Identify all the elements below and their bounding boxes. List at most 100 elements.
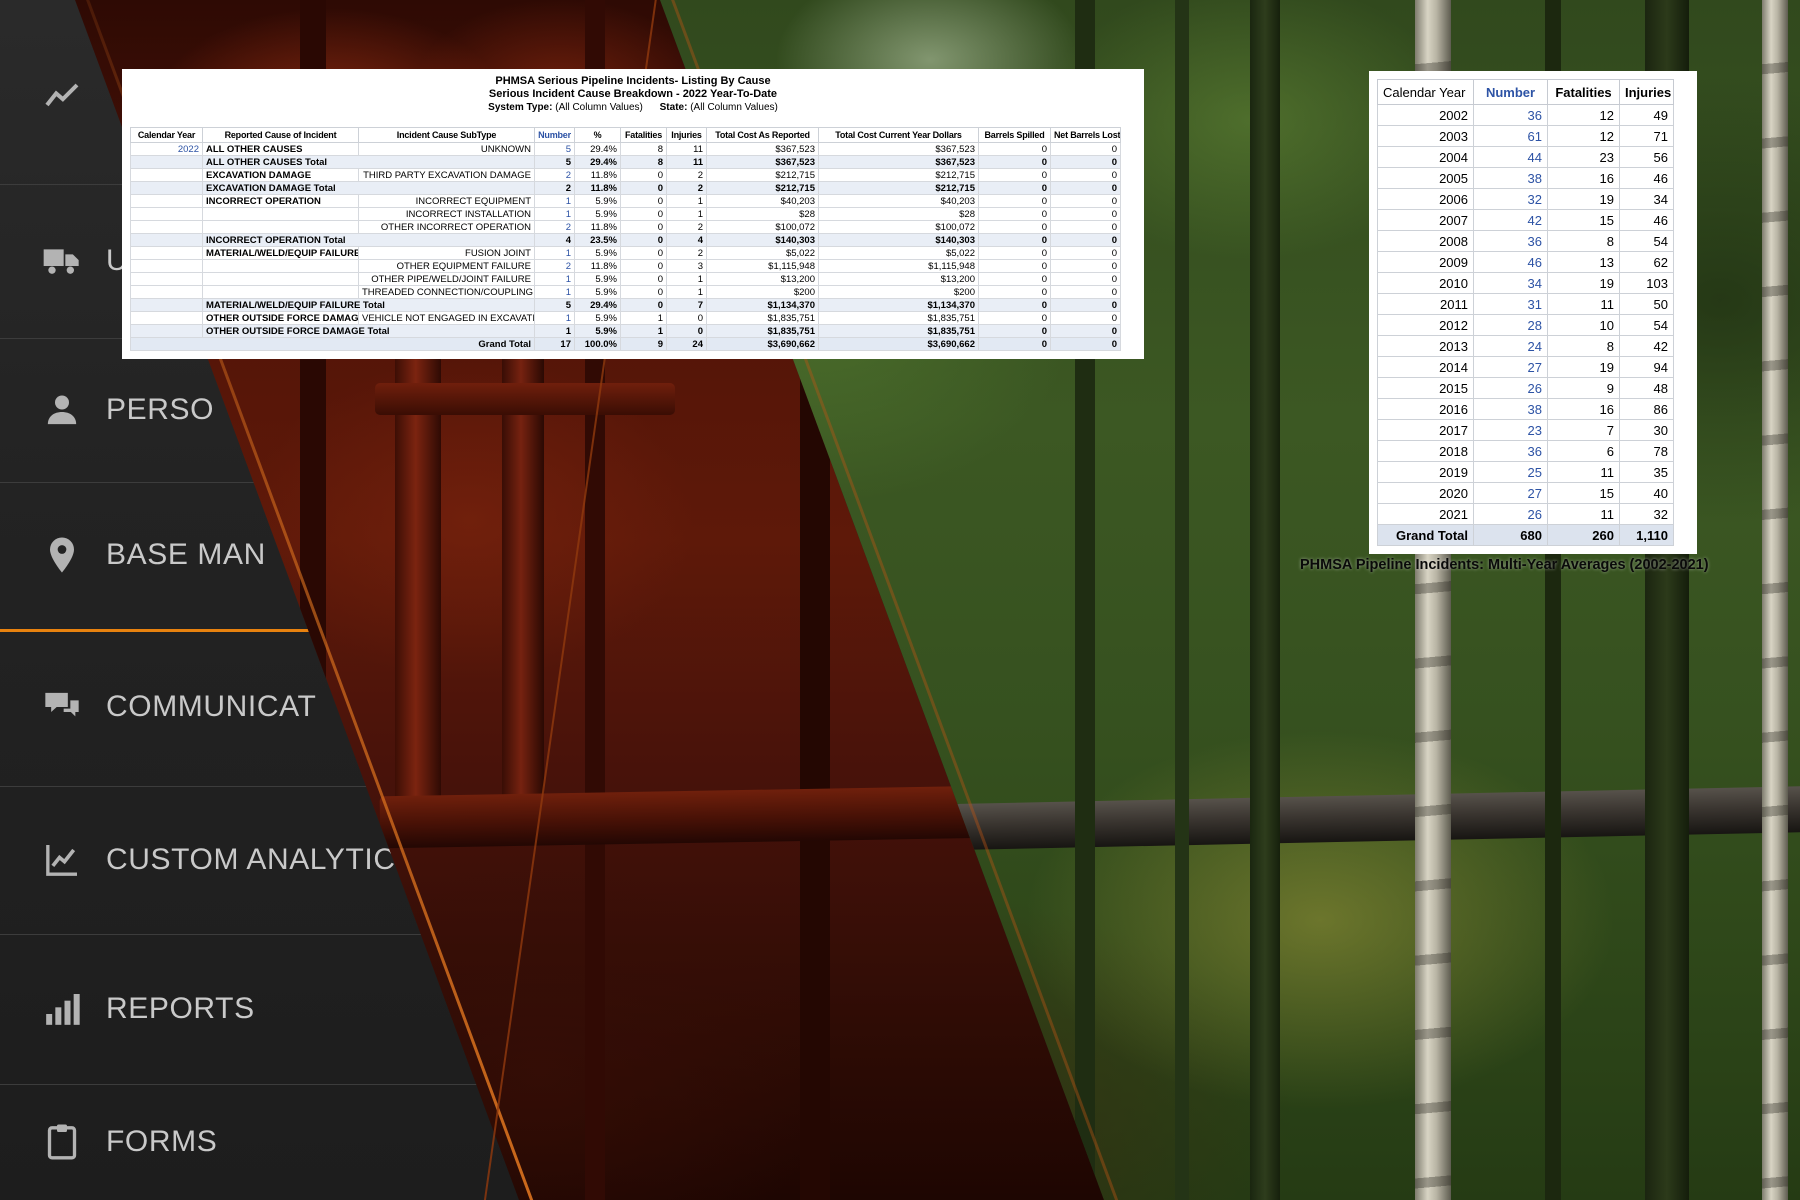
cell-pct: 5.9% — [575, 208, 621, 221]
year-row: 2004442356 — [1378, 147, 1674, 168]
cell-number: 1 — [535, 325, 575, 338]
cell-injuries: 11 — [667, 143, 707, 156]
report-row: MATERIAL/WELD/EQUIP FAILUREFUSION JOINT1… — [131, 247, 1121, 260]
cell-number[interactable]: 23 — [1474, 420, 1548, 441]
cell-number[interactable]: 5 — [535, 143, 575, 156]
cell-number[interactable]: 36 — [1474, 231, 1548, 252]
cell-number[interactable]: 2 — [535, 169, 575, 182]
cell-number[interactable]: 44 — [1474, 147, 1548, 168]
year-report-table: Calendar YearNumberFatalitiesInjuries 20… — [1377, 79, 1674, 546]
cell-injuries: 2 — [667, 182, 707, 195]
cell-cost_current: $1,115,948 — [819, 260, 979, 273]
sidebar-item-label: PERSO — [106, 393, 214, 427]
pipe-structure — [395, 345, 441, 825]
cell-barrels_spilled: 0 — [979, 208, 1051, 221]
cell-injuries: 42 — [1620, 336, 1674, 357]
cell-injuries: 1 — [667, 195, 707, 208]
cell-cost_current: $3,690,662 — [819, 338, 979, 351]
year-row: 2002361249 — [1378, 105, 1674, 126]
report-row: OTHER PIPE/WELD/JOINT FAILURE15.9%01$13,… — [131, 273, 1121, 286]
cell-number[interactable]: 1 — [535, 312, 575, 325]
cell-year: 2020 — [1378, 483, 1474, 504]
cell-number[interactable]: 27 — [1474, 483, 1548, 504]
cell-year: 2004 — [1378, 147, 1474, 168]
cell-number[interactable]: 31 — [1474, 294, 1548, 315]
cell-cause-total-label: MATERIAL/WELD/EQUIP FAILURE Total — [203, 299, 535, 312]
cell-injuries: 1 — [667, 208, 707, 221]
report-title-line1: PHMSA Serious Pipeline Incidents- Listin… — [130, 75, 1136, 88]
cell-barrels_spilled: 0 — [979, 247, 1051, 260]
cell-cost_reported: $140,303 — [707, 234, 819, 247]
cell-injuries: 49 — [1620, 105, 1674, 126]
cell-fatalities: 15 — [1548, 483, 1620, 504]
cell-subtype: VEHICLE NOT ENGAGED IN EXCAVATION — [359, 312, 535, 325]
cell-net_barrels_lost: 0 — [1051, 260, 1121, 273]
cell-number[interactable]: 1 — [535, 208, 575, 221]
cell-number[interactable]: 38 — [1474, 168, 1548, 189]
cell-injuries: 54 — [1620, 315, 1674, 336]
cell-number[interactable]: 1 — [535, 286, 575, 299]
clipboard-icon — [42, 1122, 82, 1162]
cell-year: 2021 — [1378, 504, 1474, 525]
cell-year — [131, 299, 203, 312]
cell-number[interactable]: 26 — [1474, 504, 1548, 525]
cell-injuries: 2 — [667, 221, 707, 234]
cell-number[interactable]: 27 — [1474, 357, 1548, 378]
column-header: Injuries — [667, 128, 707, 143]
cell-cause-total-label: OTHER OUTSIDE FORCE DAMAGE Total — [203, 325, 535, 338]
filter-state-label: State: — [660, 102, 688, 113]
cell-number[interactable]: 46 — [1474, 252, 1548, 273]
cell-cause: EXCAVATION DAMAGE — [203, 169, 359, 182]
cell-fatalities: 6 — [1548, 441, 1620, 462]
cell-barrels_spilled: 0 — [979, 195, 1051, 208]
cell-cost_current: $140,303 — [819, 234, 979, 247]
cell-number[interactable]: 34 — [1474, 273, 1548, 294]
cell-number[interactable]: 1 — [535, 273, 575, 286]
cell-number[interactable]: 42 — [1474, 210, 1548, 231]
cell-injuries: 94 — [1620, 357, 1674, 378]
year-row: 20103419103 — [1378, 273, 1674, 294]
cell-injuries: 54 — [1620, 231, 1674, 252]
cell-net_barrels_lost: 0 — [1051, 273, 1121, 286]
cell-cost_current: $1,134,370 — [819, 299, 979, 312]
cell-net_barrels_lost: 0 — [1051, 143, 1121, 156]
cell-cost_reported: $212,715 — [707, 169, 819, 182]
cell-year: 2013 — [1378, 336, 1474, 357]
cell-number[interactable]: 38 — [1474, 399, 1548, 420]
column-header[interactable]: Number — [1474, 80, 1548, 105]
cell-number[interactable]: 26 — [1474, 378, 1548, 399]
cell-number[interactable]: 36 — [1474, 441, 1548, 462]
cell-number[interactable]: 32 — [1474, 189, 1548, 210]
column-header: Injuries — [1620, 80, 1674, 105]
cell-year — [131, 260, 203, 273]
cell-number[interactable]: 25 — [1474, 462, 1548, 483]
year-report-panel: Calendar YearNumberFatalitiesInjuries 20… — [1369, 71, 1697, 554]
cell-year[interactable]: 2022 — [131, 143, 203, 156]
report-row: INCORRECT OPERATION Total423.5%04$140,30… — [131, 234, 1121, 247]
column-header[interactable]: Calendar Year — [131, 128, 203, 143]
cell-number[interactable]: 2 — [535, 221, 575, 234]
cell-number[interactable]: 36 — [1474, 105, 1548, 126]
cell-year — [131, 286, 203, 299]
cell-subtype: INCORRECT INSTALLATION — [359, 208, 535, 221]
cell-barrels_spilled: 0 — [979, 143, 1051, 156]
cell-fatalities: 1 — [621, 325, 667, 338]
cell-number[interactable]: 24 — [1474, 336, 1548, 357]
bar-chart-icon — [42, 989, 82, 1029]
column-header: Calendar Year — [1378, 80, 1474, 105]
cell-number[interactable]: 1 — [535, 195, 575, 208]
cell-cause-total-label: ALL OTHER CAUSES Total — [203, 156, 535, 169]
cell-number[interactable]: 28 — [1474, 315, 1548, 336]
cell-number[interactable]: 2 — [535, 260, 575, 273]
cell-number[interactable]: 1 — [535, 247, 575, 260]
column-header[interactable]: Number — [535, 128, 575, 143]
cell-barrels_spilled: 0 — [979, 234, 1051, 247]
cell-injuries: 4 — [667, 234, 707, 247]
cell-fatalities: 8 — [1548, 336, 1620, 357]
cell-injuries: 78 — [1620, 441, 1674, 462]
cell-fatalities: 11 — [1548, 294, 1620, 315]
cell-fatalities: 0 — [621, 221, 667, 234]
cell-net_barrels_lost: 0 — [1051, 286, 1121, 299]
cell-number[interactable]: 61 — [1474, 126, 1548, 147]
grand-total-row: Grand Total6802601,110 — [1378, 525, 1674, 546]
